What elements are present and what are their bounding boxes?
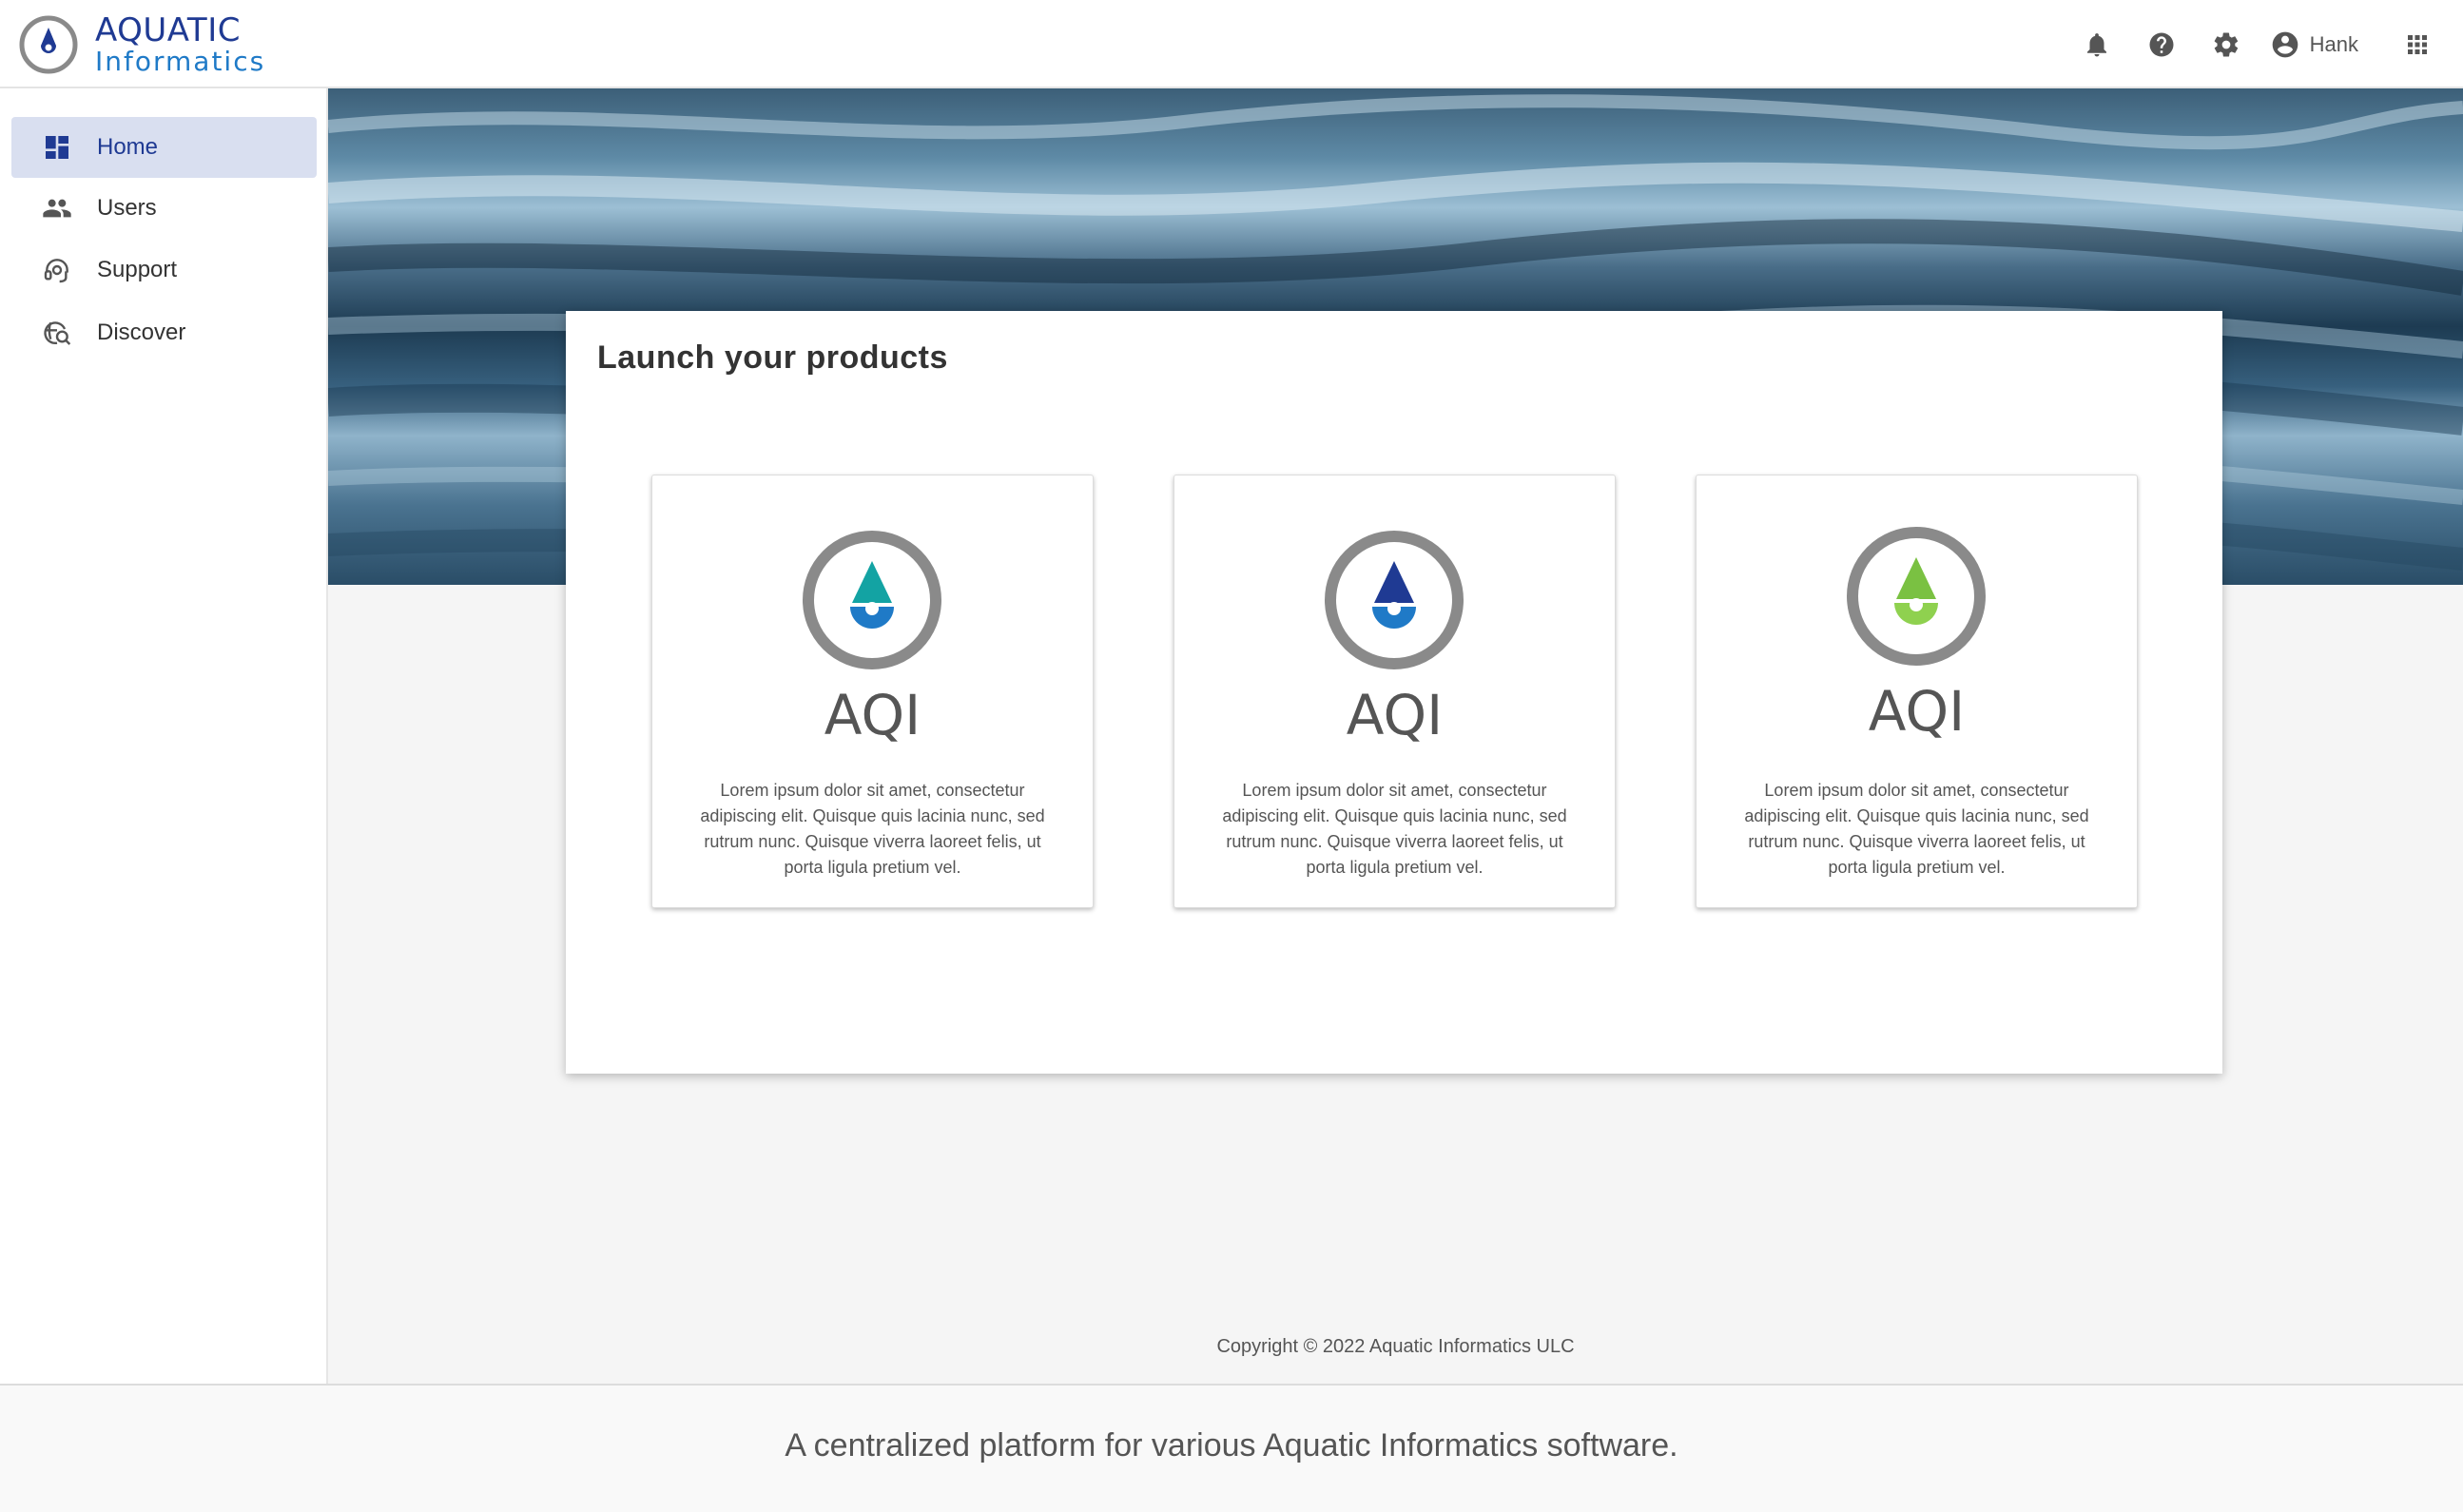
product-card-3[interactable]: AQI Lorem ipsum dolor sit amet, consecte… bbox=[1696, 475, 2138, 908]
product-description: Lorem ipsum dolor sit amet, consectetur … bbox=[700, 781, 1045, 877]
sidebar-item-support[interactable]: Support bbox=[11, 240, 317, 300]
aqi-green-drop-icon bbox=[1847, 527, 1986, 666]
help-icon bbox=[2149, 32, 2174, 56]
product-name: AQI bbox=[1868, 679, 1966, 744]
copyright-text: Copyright © 2022 Aquatic Informatics ULC bbox=[1216, 1336, 1575, 1357]
logo-mark-icon bbox=[19, 15, 78, 74]
logo-line-2: Informatics bbox=[95, 46, 266, 77]
discover-icon bbox=[40, 316, 74, 350]
help-button[interactable] bbox=[2141, 24, 2182, 66]
logo-text: AQUATIC Informatics bbox=[95, 14, 265, 75]
sidebar-item-discover[interactable]: Discover bbox=[11, 302, 317, 363]
aqi-teal-drop-icon bbox=[803, 531, 941, 669]
footer-tagline: A centralized platform for various Aquat… bbox=[785, 1427, 1678, 1464]
page-title: Launch your products bbox=[597, 339, 948, 376]
logo-line-1: AQUATIC bbox=[95, 11, 241, 49]
users-icon bbox=[40, 191, 74, 225]
footer: A centralized platform for various Aquat… bbox=[0, 1384, 2463, 1512]
sidebar: Home Users Support Discover bbox=[0, 88, 328, 1384]
dashboard-icon bbox=[40, 130, 74, 165]
notifications-button[interactable] bbox=[2076, 24, 2118, 66]
sidebar-item-users[interactable]: Users bbox=[11, 178, 317, 239]
user-name: Hank bbox=[2309, 31, 2358, 56]
sidebar-item-label: Home bbox=[97, 134, 159, 160]
support-icon bbox=[40, 253, 74, 287]
account-icon bbox=[2272, 31, 2298, 57]
user-menu-button[interactable]: Hank bbox=[2270, 29, 2358, 60]
gear-icon bbox=[2214, 31, 2238, 56]
aquatic-informatics-logo[interactable]: AQUATIC Informatics bbox=[17, 13, 265, 76]
product-name: AQI bbox=[824, 683, 921, 747]
product-card-2[interactable]: AQI Lorem ipsum dolor sit amet, consecte… bbox=[1173, 475, 1616, 908]
product-card-1[interactable]: AQI Lorem ipsum dolor sit amet, consecte… bbox=[651, 475, 1094, 908]
product-description: Lorem ipsum dolor sit amet, consectetur … bbox=[1744, 781, 2089, 877]
product-name: AQI bbox=[1346, 683, 1444, 747]
aqi-navy-drop-icon bbox=[1325, 531, 1464, 669]
apps-grid-icon bbox=[2408, 34, 2427, 54]
sidebar-item-home[interactable]: Home bbox=[11, 117, 317, 178]
apps-launcher-button[interactable] bbox=[2396, 24, 2438, 66]
sidebar-item-label: Support bbox=[97, 257, 178, 282]
product-description: Lorem ipsum dolor sit amet, consectetur … bbox=[1222, 781, 1567, 877]
header-actions: Hank bbox=[2076, 0, 2463, 88]
sidebar-item-label: Discover bbox=[97, 320, 186, 345]
bell-icon bbox=[2086, 32, 2106, 56]
launch-products-panel: Launch your products AQI Lorem ipsum dol… bbox=[566, 311, 2222, 1074]
settings-button[interactable] bbox=[2205, 24, 2247, 66]
top-bar: AQUATIC Informatics Hank bbox=[0, 0, 2463, 88]
sidebar-item-label: Users bbox=[97, 195, 157, 221]
